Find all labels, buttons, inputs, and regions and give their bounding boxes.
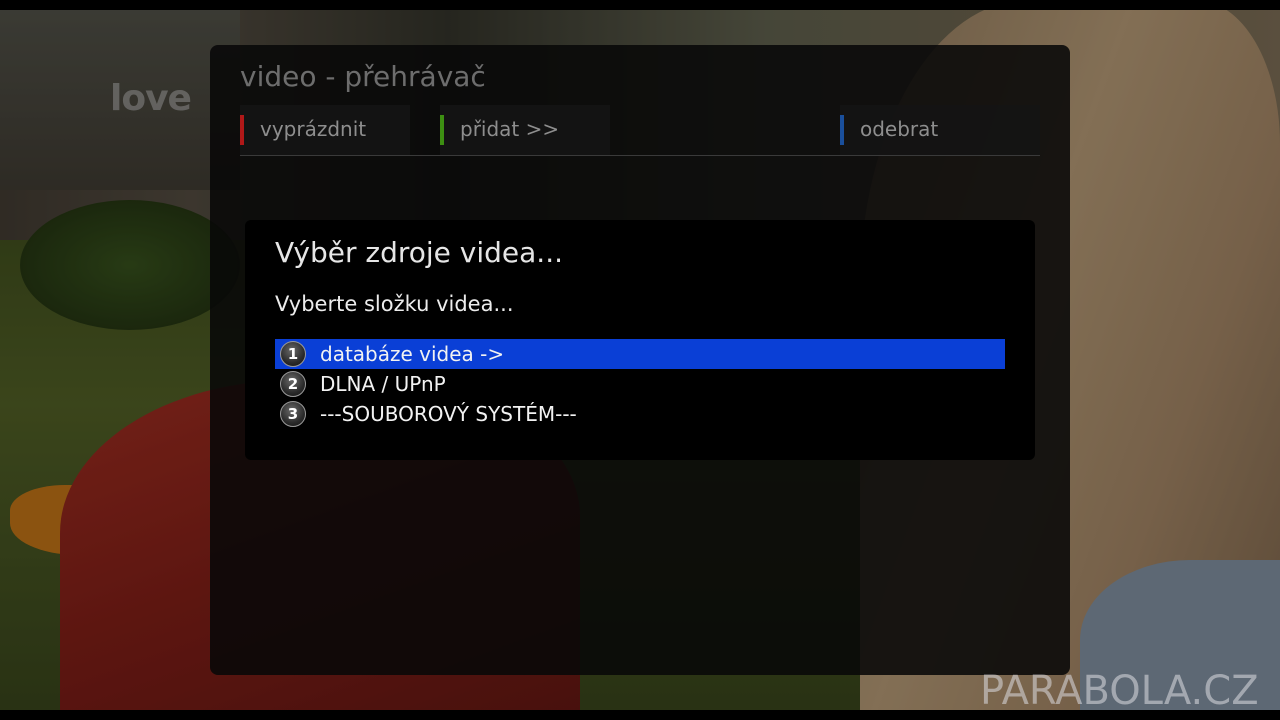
green-key-indicator bbox=[440, 115, 444, 145]
source-item-label: DLNA / UPnP bbox=[320, 372, 446, 396]
number-1-icon: 1 bbox=[280, 341, 306, 367]
dialog-title: Výběr zdroje videa... bbox=[275, 236, 563, 269]
watermark-logo: PARABOLA.CZ bbox=[980, 668, 1259, 714]
number-2-icon: 2 bbox=[280, 371, 306, 397]
player-title: video - přehrávač bbox=[240, 60, 486, 93]
source-item-filesystem[interactable]: 3 ---SOUBOROVÝ SYSTÉM--- bbox=[275, 399, 1005, 429]
source-item-label: databáze videa -> bbox=[320, 342, 505, 366]
dialog-subtitle: Vyberte složku videa... bbox=[275, 292, 514, 316]
source-item-label: ---SOUBOROVÝ SYSTÉM--- bbox=[320, 402, 577, 426]
red-key-clear-button[interactable]: vyprázdnit bbox=[240, 105, 410, 155]
blue-key-remove-button[interactable]: odebrat bbox=[840, 105, 1040, 155]
red-key-label: vyprázdnit bbox=[260, 117, 367, 141]
source-item-database[interactable]: 1 databáze videa -> bbox=[275, 339, 1005, 369]
red-key-indicator bbox=[240, 115, 244, 145]
blue-key-label: odebrat bbox=[860, 117, 939, 141]
toolbar-divider bbox=[240, 155, 1040, 156]
tv-screen: love video - přehrávač vyprázdnit přidat… bbox=[0, 0, 1280, 720]
blue-key-indicator bbox=[840, 115, 844, 145]
green-key-add-button[interactable]: přidat >> bbox=[440, 105, 610, 155]
color-key-toolbar: vyprázdnit přidat >> odebrat bbox=[240, 105, 1040, 155]
video-source-dialog: Výběr zdroje videa... Vyberte složku vid… bbox=[245, 220, 1035, 460]
source-menu-list: 1 databáze videa -> 2 DLNA / UPnP 3 ---S… bbox=[275, 339, 1005, 429]
letterbox-top bbox=[0, 0, 1280, 10]
source-item-dlna[interactable]: 2 DLNA / UPnP bbox=[275, 369, 1005, 399]
green-key-label: přidat >> bbox=[460, 117, 560, 141]
number-3-icon: 3 bbox=[280, 401, 306, 427]
